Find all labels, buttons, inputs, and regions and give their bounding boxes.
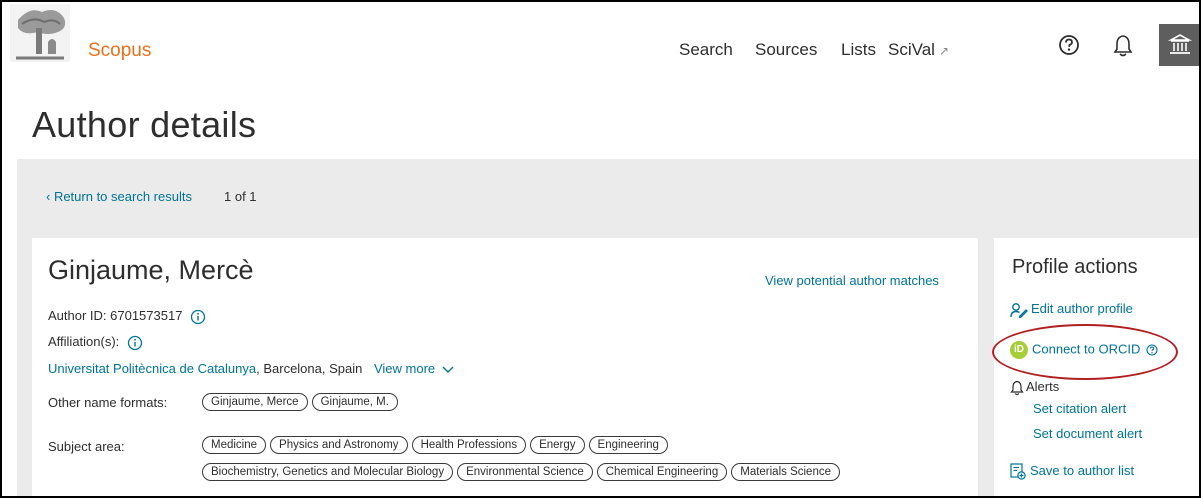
subject-tag: Environmental Science	[457, 463, 593, 481]
subject-tag: Chemical Engineering	[596, 463, 728, 481]
return-to-search-link[interactable]: ‹ Return to search results	[46, 189, 192, 204]
affiliation-label-row: Affiliation(s):	[48, 334, 143, 351]
brand-name[interactable]: Scopus	[88, 40, 151, 62]
affiliation-row: Universitat Politècnica de Catalunya, Ba…	[48, 361, 455, 376]
bell-icon[interactable]	[1113, 34, 1133, 58]
author-name: Ginjaume, Mercè	[48, 255, 254, 285]
chevron-down-icon[interactable]	[441, 365, 455, 375]
other-name-formats-label: Other name formats:	[48, 395, 168, 410]
help-icon[interactable]	[1058, 34, 1080, 56]
subject-tag: Medicine	[202, 436, 267, 454]
view-more-link[interactable]: View more	[374, 361, 435, 376]
subject-tag: Health Professions	[411, 436, 527, 454]
result-count: 1 of 1	[224, 189, 257, 204]
nav-scival[interactable]: SciVal ↗	[888, 40, 949, 60]
subject-tag: Materials Science	[731, 463, 840, 481]
edit-person-icon	[1010, 302, 1028, 319]
subject-tags-row-2: Biochemistry, Genetics and Molecular Bio…	[202, 463, 840, 481]
save-to-author-list-link[interactable]: Save to author list	[1010, 463, 1134, 480]
set-citation-alert-link[interactable]: Set citation alert	[1033, 401, 1126, 416]
page-frame: Scopus Search Sources Lists SciVal ↗ Auth…	[0, 0, 1201, 498]
set-document-alert-link[interactable]: Set document alert	[1033, 426, 1142, 441]
subject-tag: Biochemistry, Genetics and Molecular Bio…	[202, 463, 454, 481]
subject-tag: Physics and Astronomy	[270, 436, 408, 454]
institution-glyph-icon	[1167, 34, 1193, 54]
view-author-matches-link[interactable]: View potential author matches	[765, 273, 939, 288]
subject-tags-row-1: Medicine Physics and Astronomy Health Pr…	[202, 436, 668, 454]
edit-author-profile-label: Edit author profile	[1031, 301, 1133, 316]
bell-icon	[1010, 380, 1024, 395]
affiliation-place: , Barcelona, Spain	[256, 361, 363, 376]
profile-actions-title: Profile actions	[1012, 256, 1138, 278]
other-name-tags: Ginjaume, Merce Ginjaume, M.	[202, 393, 398, 411]
nav-lists[interactable]: Lists	[841, 40, 876, 60]
name-format-tag: Ginjaume, Merce	[202, 393, 308, 411]
subject-area-label: Subject area:	[48, 439, 125, 454]
elsevier-tree-logo[interactable]	[8, 2, 72, 64]
institution-icon[interactable]	[1159, 24, 1199, 66]
top-header	[2, 2, 1199, 86]
info-icon[interactable]	[127, 335, 143, 351]
save-to-author-list-label: Save to author list	[1030, 463, 1135, 478]
alerts-label-row: Alerts	[1010, 379, 1059, 396]
author-id-text: Author ID: 6701573517	[48, 308, 183, 323]
orcid-highlight-ellipse	[992, 324, 1178, 380]
page-title: Author details	[32, 104, 257, 145]
affiliation-link[interactable]: Universitat Politècnica de Catalunya	[48, 361, 256, 376]
affiliation-label: Affiliation(s):	[48, 334, 120, 349]
author-id: Author ID: 6701573517	[48, 308, 206, 325]
subject-tag: Energy	[530, 436, 585, 454]
nav-scival-label: SciVal	[888, 40, 935, 59]
external-link-icon: ↗	[938, 44, 949, 58]
edit-author-profile-link[interactable]: Edit author profile	[1010, 301, 1133, 319]
alerts-label: Alerts	[1026, 379, 1060, 394]
nav-search[interactable]: Search	[679, 40, 733, 60]
subject-tag: Engineering	[588, 436, 668, 454]
info-icon[interactable]	[190, 309, 206, 325]
nav-sources[interactable]: Sources	[755, 40, 817, 60]
name-format-tag: Ginjaume, M.	[311, 393, 398, 411]
save-list-icon	[1010, 463, 1026, 480]
